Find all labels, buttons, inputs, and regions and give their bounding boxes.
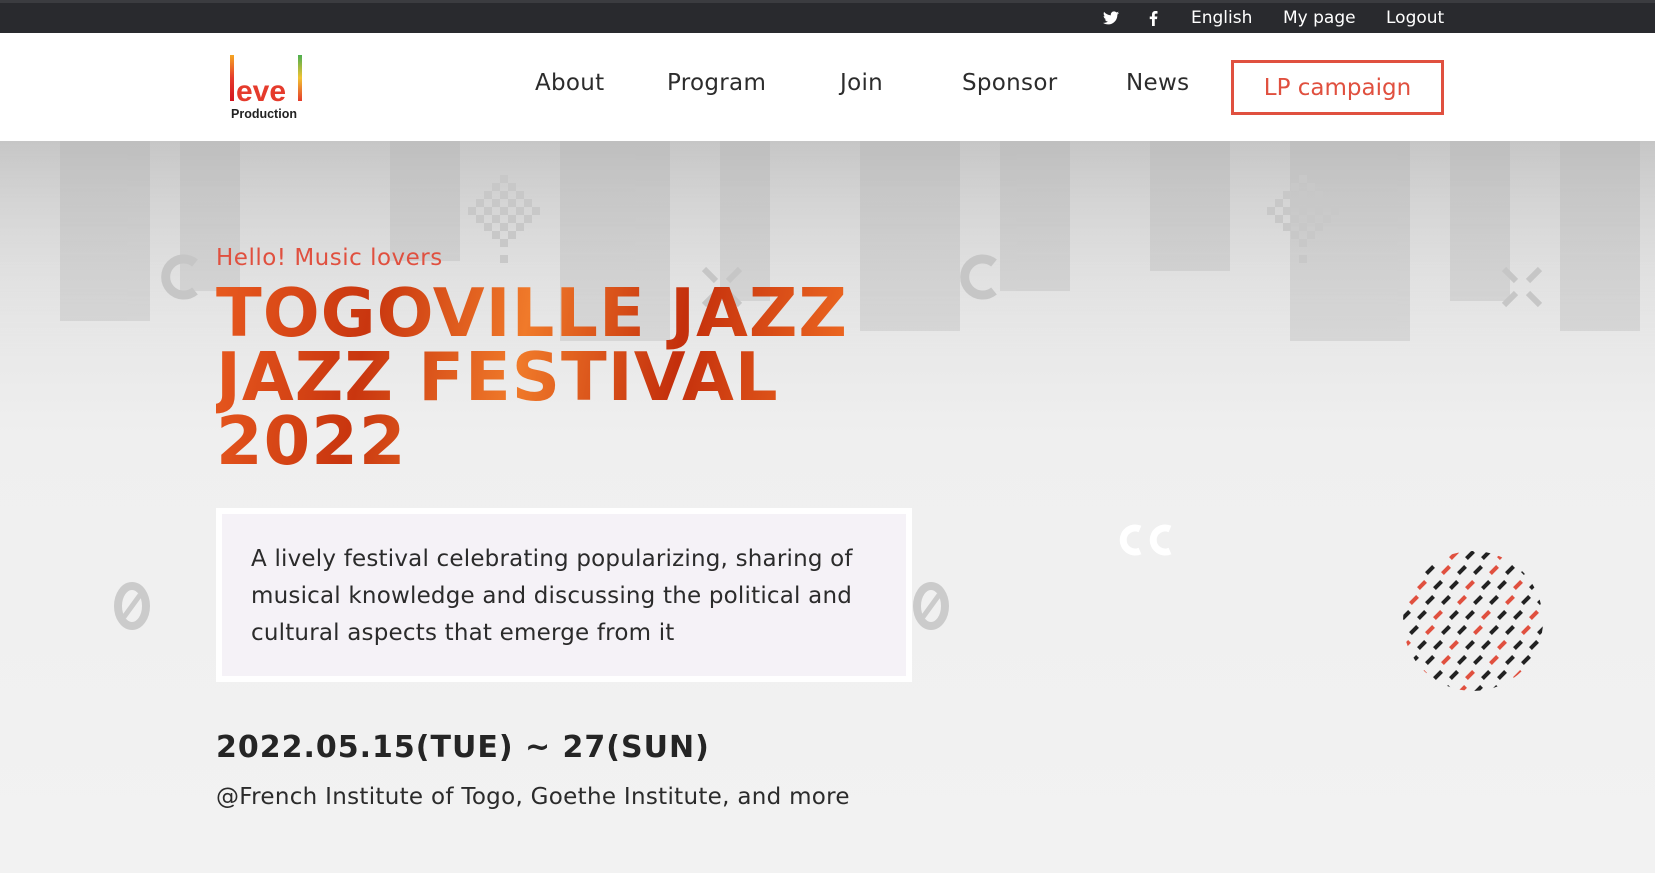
nav-news[interactable]: News — [1126, 70, 1189, 96]
dotted-circle-decoration — [1403, 551, 1543, 691]
hero-section: Hello! Music lovers TOGOVILLE JAZZ JAZZ … — [0, 141, 1655, 873]
facebook-icon[interactable] — [1149, 3, 1158, 33]
title-line-3: 2022 — [216, 402, 407, 480]
checker-diamond-decoration — [468, 175, 540, 263]
title-line-2: JAZZ FESTIVAL — [216, 338, 779, 416]
nav-sponsor[interactable]: Sponsor — [962, 70, 1057, 96]
svg-text:eve: eve — [236, 75, 286, 108]
twitter-icon[interactable] — [1103, 3, 1119, 33]
nav-join[interactable]: Join — [840, 70, 883, 96]
lp-campaign-button[interactable]: LP campaign — [1231, 60, 1444, 115]
nav-program[interactable]: Program — [667, 70, 766, 96]
festival-description: A lively festival celebrating popularizi… — [251, 546, 853, 646]
checker-diamond-decoration — [1267, 175, 1339, 263]
double-c-decoration — [1119, 524, 1172, 556]
logout-link[interactable]: Logout — [1386, 3, 1444, 33]
svg-text:Production: Production — [231, 107, 297, 121]
site-header: eve Production About Program Join Sponso… — [0, 33, 1655, 141]
zero-shape-decoration — [114, 582, 150, 630]
hero-greeting: Hello! Music lovers — [216, 245, 443, 271]
festival-venue: @French Institute of Togo, Goethe Instit… — [216, 784, 850, 810]
language-link[interactable]: English — [1191, 3, 1252, 33]
c-shape-decoration — [161, 254, 198, 300]
top-utility-bar: English My page Logout — [0, 0, 1655, 33]
festival-description-box: A lively festival celebrating popularizi… — [216, 508, 912, 682]
festival-title: TOGOVILLE JAZZ JAZZ FESTIVAL 2022 — [216, 281, 976, 473]
festival-dates: 2022.05.15(TUE) ~ 27(SUN) — [216, 730, 710, 765]
title-line-1: TOGOVILLE JAZZ — [216, 274, 849, 352]
nav-about[interactable]: About — [535, 70, 605, 96]
zero-shape-decoration — [913, 582, 949, 630]
mypage-link[interactable]: My page — [1283, 3, 1356, 33]
level-production-logo[interactable]: eve Production — [226, 53, 310, 125]
x-shape-decoration — [1501, 266, 1543, 308]
